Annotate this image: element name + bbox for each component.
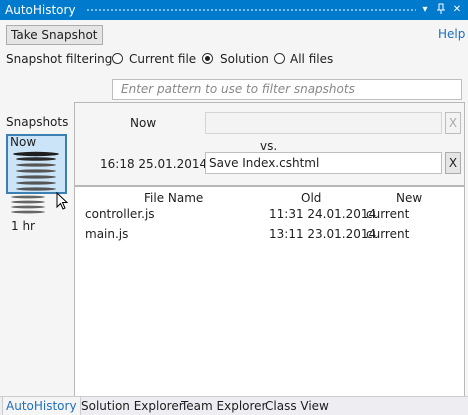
chevron-down-icon[interactable]: ▾ [418, 3, 432, 17]
compare-left-label: Now [130, 116, 157, 130]
radio-current-file-label[interactable]: Current file [129, 52, 196, 66]
tab-class-view[interactable]: Class View [265, 399, 329, 413]
tool-window-titlebar: AutoHistory ▾ ✕ [0, 0, 468, 20]
file-name-cell: main.js [85, 227, 129, 241]
column-header-old[interactable]: Old [301, 191, 321, 205]
window-title: AutoHistory [5, 3, 76, 17]
compare-right-label: 16:18 25.01.2014 [100, 157, 208, 171]
compare-right-clear-button[interactable]: X [445, 152, 461, 174]
new-cell: current [366, 207, 410, 221]
tab-autohistory[interactable]: AutoHistory [2, 397, 81, 415]
table-row[interactable]: main.js 13:11 23.01.2014 current [75, 224, 462, 244]
old-cell: 13:11 23.01.2014 [269, 227, 377, 241]
bottom-tab-strip: AutoHistory Solution Explorer Team Explo… [0, 396, 468, 415]
old-cell: 11:31 24.01.2014 [269, 207, 377, 221]
compare-left-clear-button[interactable]: X [445, 112, 461, 134]
snapshot-filtering-label: Snapshot filtering: [6, 52, 117, 66]
compare-left-field[interactable] [205, 112, 442, 134]
radio-solution[interactable] [202, 53, 213, 64]
close-icon[interactable]: ✕ [450, 3, 464, 17]
file-name-cell: controller.js [85, 207, 155, 221]
snapshot-1hr-label: 1 hr [11, 219, 35, 233]
snapshots-label: Snapshots [6, 115, 69, 129]
table-row[interactable]: controller.js 11:31 24.01.2014 current [75, 204, 462, 224]
radio-all-files[interactable] [274, 53, 285, 64]
tab-team-explorer[interactable]: Team Explorer [181, 399, 267, 413]
column-header-file-name[interactable]: File Name [144, 191, 203, 205]
radio-solution-label[interactable]: Solution [220, 52, 269, 66]
new-cell: current [366, 227, 410, 241]
take-snapshot-button[interactable]: Take Snapshot [6, 25, 103, 45]
help-link[interactable]: Help [438, 27, 465, 41]
radio-all-files-label[interactable]: All files [290, 52, 333, 66]
column-header-new[interactable]: New [396, 191, 422, 205]
pin-icon[interactable] [434, 3, 448, 17]
autohistory-panel: Take Snapshot Help Snapshot filtering: C… [0, 20, 468, 415]
titlebar-grip [86, 8, 416, 13]
filter-pattern-input[interactable]: Enter pattern to use to filter snapshots [112, 79, 462, 100]
mouse-cursor-icon [56, 192, 69, 210]
tab-solution-explorer[interactable]: Solution Explorer [81, 399, 184, 413]
compare-right-field[interactable]: Save Index.cshtml [205, 152, 442, 174]
radio-current-file[interactable] [112, 53, 123, 64]
vs-label: vs. [260, 139, 278, 153]
